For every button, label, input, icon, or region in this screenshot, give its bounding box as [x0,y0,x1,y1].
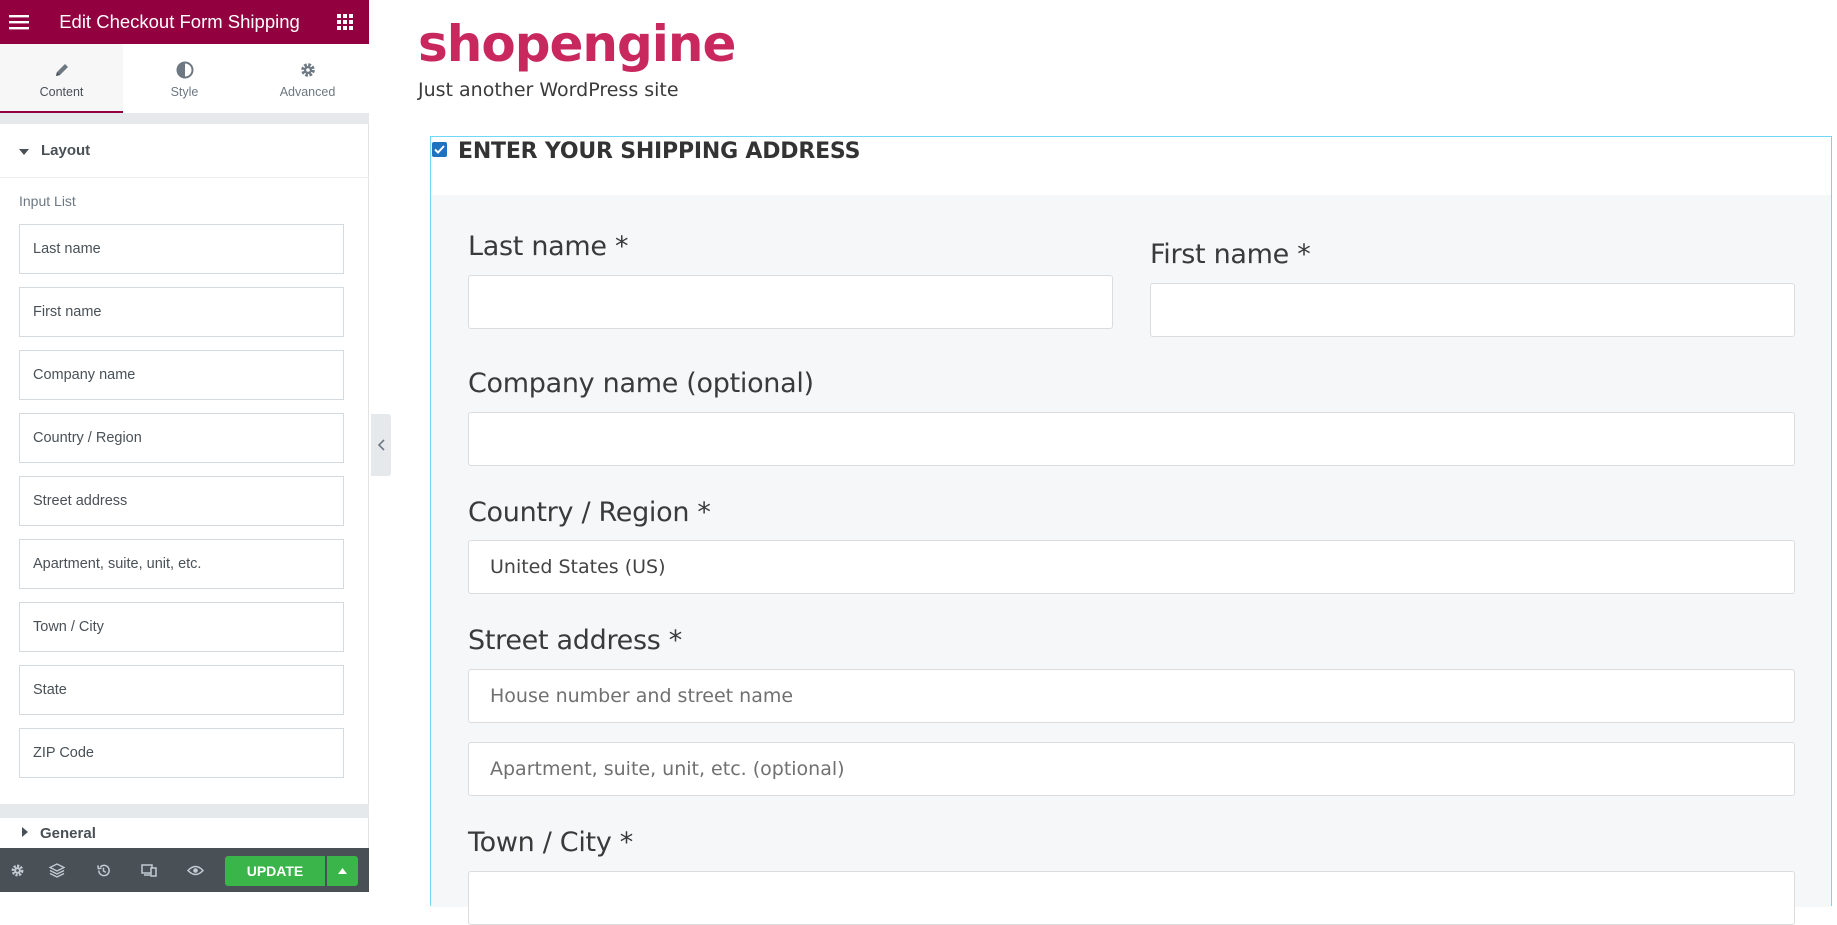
contrast-icon [176,59,194,81]
panel-footer: UPDATE [0,848,369,892]
tab-style-label: Style [170,84,199,99]
settings-icon[interactable] [0,848,34,892]
input-list-item[interactable]: Country / Region [19,413,344,463]
editor-panel: Edit Checkout Form Shipping Content Styl… [0,0,369,892]
input-list-label: Input List [19,193,76,209]
section-general-label: General [40,824,96,842]
widgets-grid-icon[interactable] [321,0,369,44]
shipping-form: Last name * First name * Company name (o… [431,195,1831,925]
shipping-header: ENTER YOUR SHIPPING ADDRESS [431,137,1831,195]
input-list-item[interactable]: Last name [19,224,344,274]
last-name-input[interactable] [468,275,1113,329]
input-list-item[interactable]: First name [19,287,344,337]
panel-header: Edit Checkout Form Shipping [0,0,369,44]
last-name-label: Last name * [468,231,629,262]
first-name-input[interactable] [1150,283,1795,337]
hamburger-menu-icon[interactable] [0,0,38,44]
input-list-item[interactable]: Apartment, suite, unit, etc. [19,539,344,589]
section-layout-label: Layout [41,142,91,159]
section-general-toggle[interactable]: General [0,818,369,848]
preview-eye-icon[interactable] [172,848,218,892]
country-select[interactable]: United States (US) [468,540,1795,594]
panel-title: Edit Checkout Form Shipping [59,11,300,32]
company-name-input[interactable] [468,412,1795,466]
pencil-icon [53,59,71,81]
panel-tabs: Content Style Advanced [0,44,369,114]
caret-down-icon [19,142,29,160]
chevron-left-icon [377,439,385,451]
town-city-input[interactable] [468,871,1795,925]
street-address-input[interactable]: House number and street name [468,669,1795,723]
panel-divider [0,804,369,818]
checkout-shipping-widget[interactable]: ENTER YOUR SHIPPING ADDRESS Last name * … [430,136,1832,925]
site-title[interactable]: shopengine [418,15,736,73]
tab-advanced-label: Advanced [279,84,336,99]
company-name-label: Company name (optional) [468,368,814,399]
checkmark-icon [434,145,445,154]
tab-content[interactable]: Content [0,44,123,114]
ship-to-different-address-checkbox[interactable] [432,142,447,157]
tab-content-label: Content [39,84,84,99]
input-list-item[interactable]: Street address [19,476,344,526]
responsive-icon[interactable] [126,848,172,892]
town-city-label: Town / City * [468,827,633,858]
apartment-input[interactable]: Apartment, suite, unit, etc. (optional) [468,742,1795,796]
country-label: Country / Region * [468,497,711,528]
street-address-label: Street address * [468,625,682,656]
input-list-item[interactable]: Company name [19,350,344,400]
tab-style[interactable]: Style [123,44,246,113]
layers-icon[interactable] [34,848,80,892]
caret-up-icon [338,868,347,874]
site-tagline: Just another WordPress site [418,79,679,101]
tab-advanced[interactable]: Advanced [246,44,369,113]
history-icon[interactable] [80,848,126,892]
gear-icon [299,59,317,81]
first-name-label: First name * [1150,239,1311,270]
input-list-item[interactable]: State [19,665,344,715]
input-list-item[interactable]: ZIP Code [19,728,344,778]
save-options-button[interactable] [327,856,358,886]
panel-divider [0,113,369,124]
collapse-panel-button[interactable] [371,414,391,476]
input-list-item[interactable]: Town / City [19,602,344,652]
section-layout-toggle[interactable]: Layout [0,124,369,178]
shipping-heading: ENTER YOUR SHIPPING ADDRESS [458,139,861,164]
caret-right-icon [22,824,28,842]
update-button[interactable]: UPDATE [225,856,325,886]
